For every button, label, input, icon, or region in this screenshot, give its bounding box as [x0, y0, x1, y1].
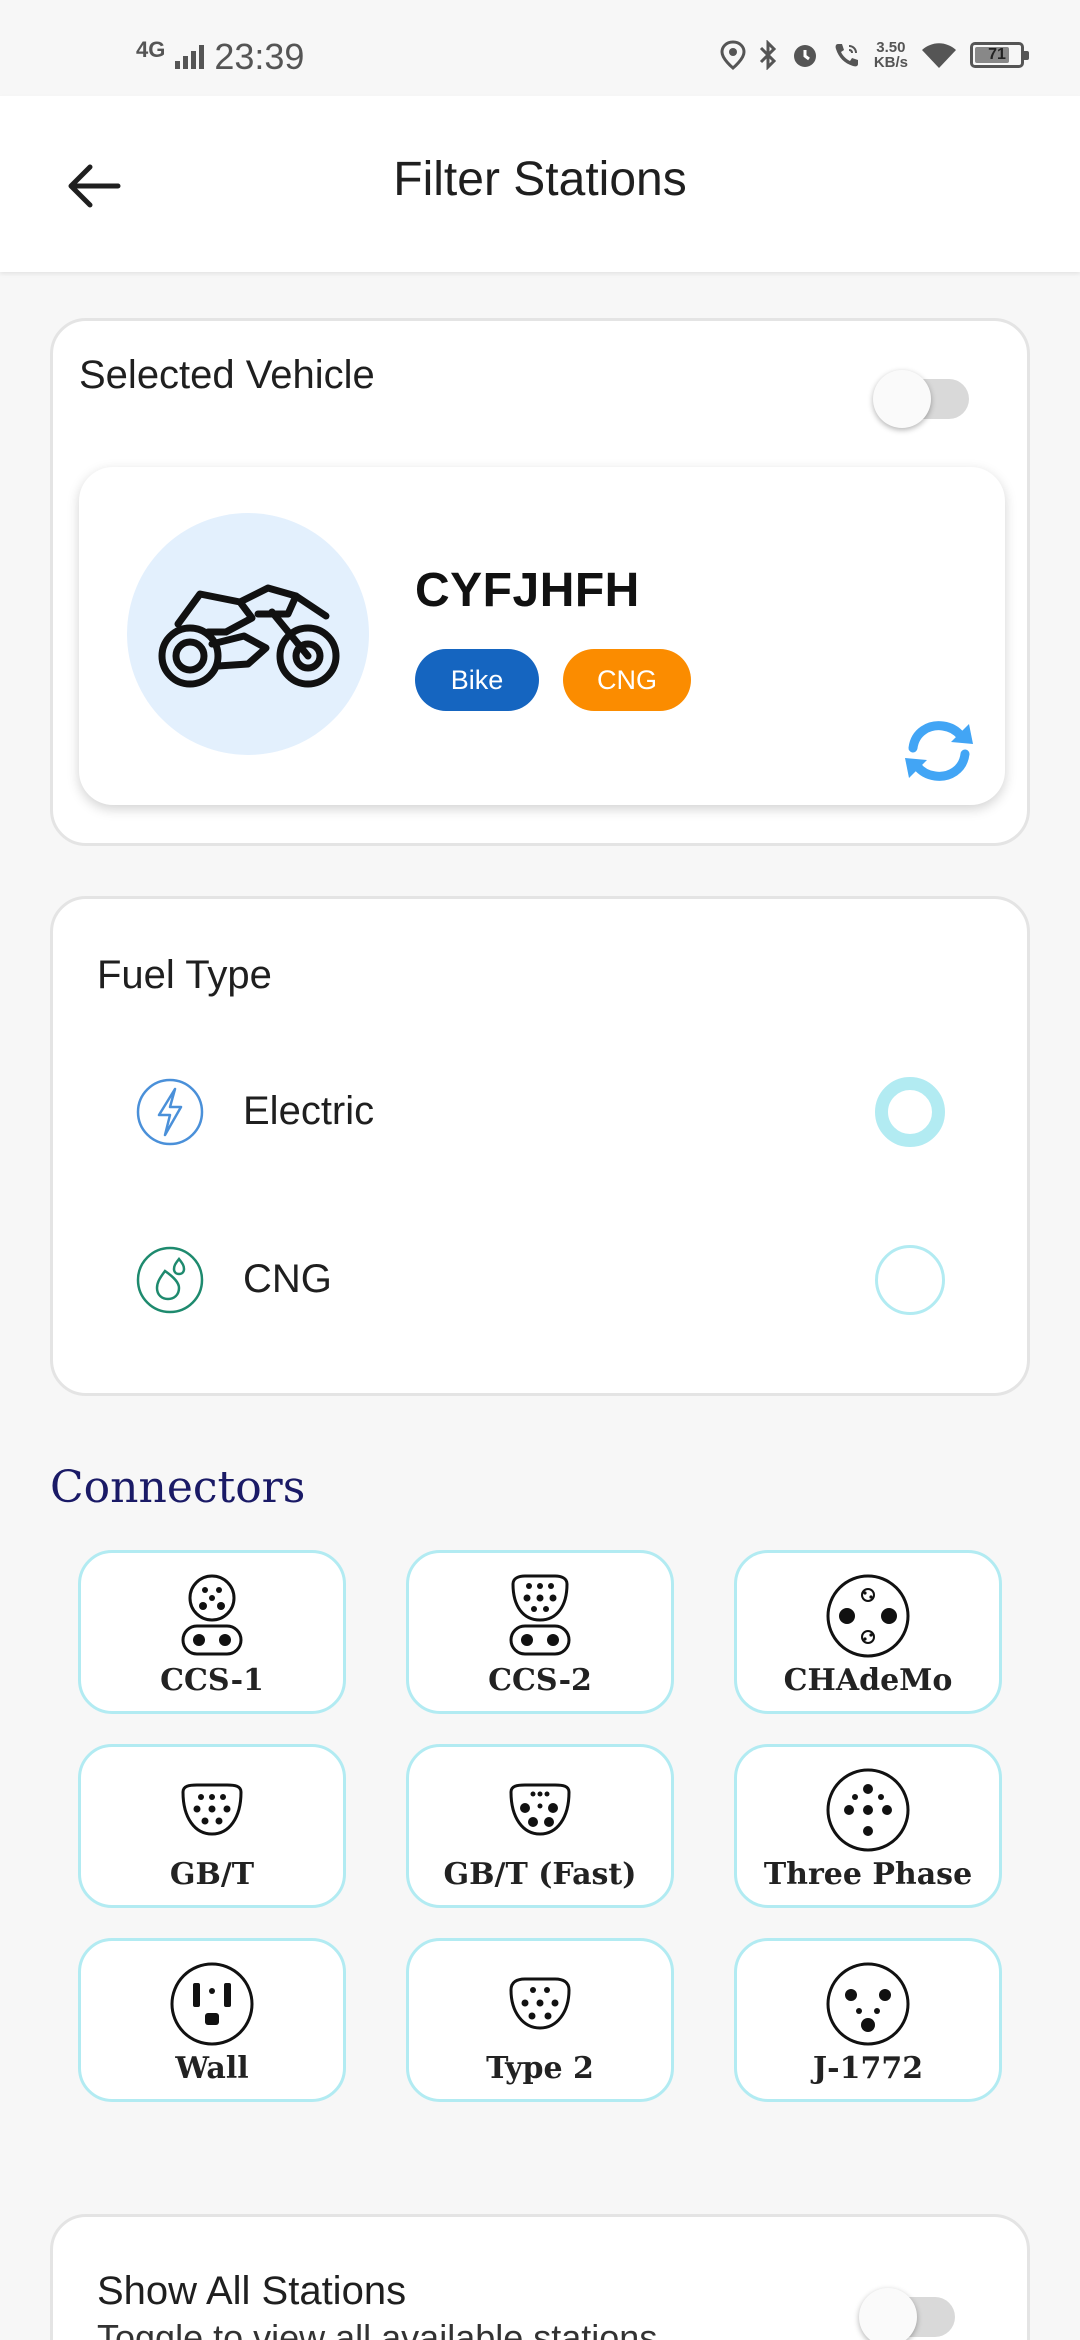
location-icon — [720, 40, 746, 70]
status-right: 3.50 KB/s 71 — [720, 40, 1029, 70]
ccs1-plug-icon — [181, 1574, 243, 1656]
selected-vehicle-title: Selected Vehicle — [79, 353, 375, 397]
change-vehicle-button[interactable] — [899, 715, 979, 787]
chademo-plug-icon — [826, 1574, 910, 1658]
wifi-call-icon — [835, 44, 858, 67]
toggle-thumb — [873, 370, 931, 428]
connector-wall[interactable]: Wall — [78, 1938, 346, 2102]
connector-type-2[interactable]: Type 2 — [406, 1938, 674, 2102]
connector-icon-wrap — [81, 1571, 343, 1661]
battery-icon: 71 — [970, 42, 1029, 68]
radio-electric[interactable] — [875, 1077, 945, 1147]
vehicle-avatar — [127, 513, 369, 755]
connector-label: Three Phase — [763, 1857, 973, 1892]
show-all-title: Show All Stations — [97, 2269, 407, 2313]
connector-label: CCS-1 — [160, 1663, 264, 1698]
radio-cng[interactable] — [875, 1245, 945, 1315]
speed-unit: KB/s — [873, 54, 908, 71]
fuel-option-cng[interactable]: CNG — [53, 1215, 1027, 1345]
three-phase-plug-icon — [826, 1768, 910, 1852]
gas-drop-icon — [136, 1246, 204, 1314]
ccs2-plug-icon — [509, 1574, 571, 1656]
connector-label: GB/T (Fast) — [443, 1857, 637, 1892]
fuel-type-section: Fuel Type Electric CNG — [50, 896, 1030, 1396]
alarm-icon — [793, 45, 816, 67]
wifi-icon — [922, 43, 956, 68]
show-all-toggle[interactable] — [859, 2287, 955, 2340]
fuel-option-electric[interactable]: Electric — [53, 1047, 1027, 1177]
vehicle-fuel-chip: CNG — [563, 649, 691, 711]
speed-value: 3.50 — [876, 39, 906, 56]
status-left: 4G 23:39 — [136, 36, 304, 78]
connector-three-phase[interactable]: Three Phase — [734, 1744, 1002, 1908]
fuel-type-title: Fuel Type — [97, 953, 272, 997]
page-title: Filter Stations — [393, 153, 687, 206]
selected-vehicle-toggle[interactable] — [873, 369, 969, 428]
j1772-plug-icon — [826, 1962, 910, 2046]
connector-label: Type 2 — [486, 2051, 594, 2086]
connector-gbt-fast[interactable]: GB/T (Fast) — [406, 1744, 674, 1908]
app-bar: Filter Stations — [0, 96, 1080, 272]
vehicle-name: CYFJHFH — [415, 564, 640, 617]
vehicle-type-chip: Bike — [415, 649, 539, 711]
selected-vehicle-section: Selected Vehicle CYFJHFH Bike CNG — [50, 318, 1030, 846]
vehicle-card[interactable]: CYFJHFH Bike CNG — [79, 467, 1005, 805]
status-bar: 4G 23:39 3.50 KB/s 71 — [0, 0, 1080, 96]
show-all-subtitle: Toggle to view all available stations — [97, 2317, 658, 2340]
connector-label: CHAdeMo — [783, 1663, 953, 1698]
connector-gbt[interactable]: GB/T — [78, 1744, 346, 1908]
show-all-stations-section: Show All Stations Toggle to view all ava… — [50, 2214, 1030, 2340]
connector-icon-wrap — [737, 1959, 999, 2049]
connector-icon-wrap — [81, 1959, 343, 2049]
connector-label: CCS-2 — [488, 1663, 592, 1698]
fuel-option-label: Electric — [243, 1089, 375, 1133]
motorbike-icon — [158, 584, 340, 688]
connector-chademo[interactable]: CHAdeMo — [734, 1550, 1002, 1714]
connectors-title: Connectors — [50, 1462, 306, 1513]
bluetooth-icon — [759, 40, 776, 70]
connector-icon-wrap — [737, 1765, 999, 1855]
battery-level: 71 — [988, 46, 1006, 63]
connector-icon-wrap — [81, 1765, 343, 1855]
connector-j-1772[interactable]: J-1772 — [734, 1938, 1002, 2102]
wall-socket-icon — [170, 1962, 254, 2046]
connector-ccs-2[interactable]: CCS-2 — [406, 1550, 674, 1714]
signal-icon — [175, 45, 205, 69]
connector-label: Wall — [175, 2051, 249, 2086]
gbt-fast-plug-icon — [509, 1783, 571, 1836]
connector-label: J-1772 — [812, 2051, 924, 2086]
fuel-option-label: CNG — [243, 1257, 332, 1301]
connector-icon-wrap — [409, 1765, 671, 1855]
connector-icon-wrap — [409, 1571, 671, 1661]
toggle-thumb — [859, 2288, 917, 2340]
type2-plug-icon — [509, 1977, 571, 2030]
connector-label: GB/T — [169, 1857, 255, 1892]
gbt-plug-icon — [181, 1783, 243, 1836]
sync-icon — [905, 721, 973, 781]
connector-icon-wrap — [409, 1959, 671, 2049]
status-time: 23:39 — [214, 36, 305, 77]
connector-ccs-1[interactable]: CCS-1 — [78, 1550, 346, 1714]
lightning-bolt-icon — [136, 1078, 204, 1146]
connector-icon-wrap — [737, 1571, 999, 1661]
network-type: 4G — [136, 37, 166, 62]
network-speed: 3.50 KB/s — [874, 40, 908, 70]
